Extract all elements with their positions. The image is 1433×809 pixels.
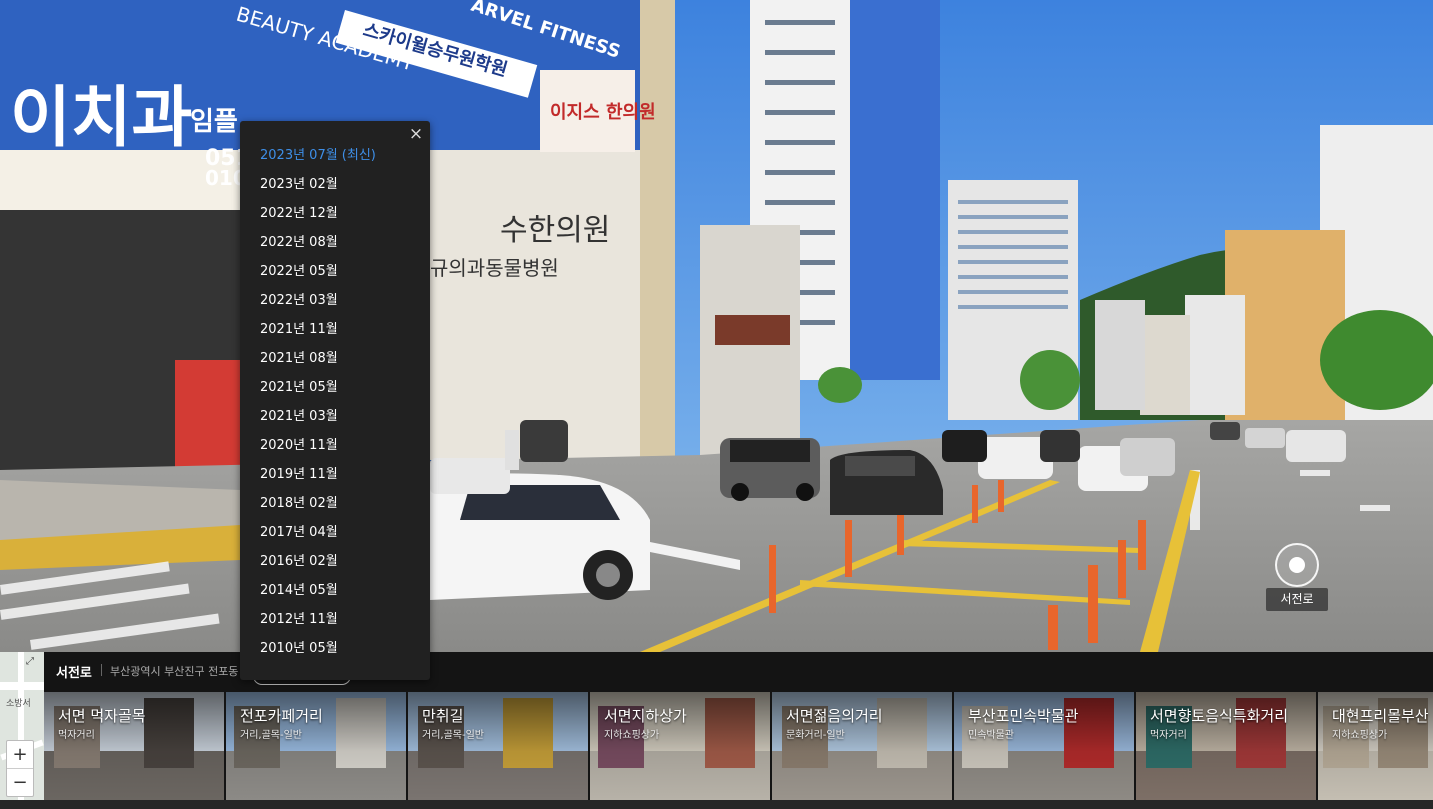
- expand-icon[interactable]: ⤢: [26, 656, 40, 670]
- nearby-card[interactable]: 서면향토음식특화거리 먹자거리: [1136, 692, 1316, 800]
- date-item[interactable]: 2020년 11월: [240, 431, 430, 460]
- minimap-label: 소방서: [6, 699, 31, 709]
- date-list: 2023년 07월 (최신) 2023년 02월 2022년 12월 2022년…: [240, 141, 430, 663]
- place-title: 서전로: [56, 666, 92, 681]
- nearby-name: 부산포민속박물관: [968, 707, 1079, 725]
- date-item[interactable]: 2022년 12월: [240, 199, 430, 228]
- nearby-category: 지하쇼핑상가: [604, 730, 660, 741]
- place-address: 부산광역시 부산진구 전포동: [110, 665, 239, 678]
- nearby-card[interactable]: 만취길 거리,골목-일반: [408, 692, 588, 800]
- marker-dot: [1289, 557, 1305, 573]
- date-item[interactable]: 2023년 02월: [240, 170, 430, 199]
- nearby-name: 만취길: [422, 707, 464, 725]
- nearby-card[interactable]: 서면 먹자골목 먹자거리: [44, 692, 224, 800]
- date-item[interactable]: 2022년 08월: [240, 228, 430, 257]
- date-item[interactable]: 2017년 04월: [240, 518, 430, 547]
- sign-implant: 임플: [190, 107, 238, 137]
- nearby-category: 거리,골목-일반: [240, 730, 302, 741]
- nearby-card[interactable]: 전포카페거리 거리,골목-일반: [226, 692, 406, 800]
- nearby-category: 민속박물관: [968, 730, 1014, 741]
- date-item[interactable]: 2010년 05월: [240, 634, 430, 663]
- date-item[interactable]: 2022년 05월: [240, 257, 430, 286]
- nearby-category: 거리,골목-일반: [422, 730, 484, 741]
- nearby-name: 서면젊음의거리: [786, 707, 883, 725]
- divider: [101, 664, 102, 676]
- nearby-category: 지하쇼핑상가: [1332, 730, 1388, 741]
- nearby-card[interactable]: 서면지하상가 지하쇼핑상가: [590, 692, 770, 800]
- nearby-name: 서면 먹자골목: [58, 707, 146, 725]
- marker-location-label: 서전로: [1266, 588, 1328, 611]
- sign-clinic: 이치과: [10, 79, 192, 156]
- date-picker-panel: × 2023년 07월 (최신) 2023년 02월 2022년 12월 202…: [240, 121, 430, 680]
- date-item[interactable]: 2022년 03월: [240, 286, 430, 315]
- date-item[interactable]: 2021년 11월: [240, 315, 430, 344]
- location-marker[interactable]: [1275, 543, 1319, 587]
- date-item[interactable]: 2014년 05월: [240, 576, 430, 605]
- date-item[interactable]: 2019년 11월: [240, 460, 430, 489]
- date-item[interactable]: 2021년 05월: [240, 373, 430, 402]
- nearby-category: 먹자거리: [58, 730, 95, 741]
- zoom-in-button[interactable]: +: [7, 741, 33, 769]
- date-item[interactable]: 2016년 02월: [240, 547, 430, 576]
- nearby-card[interactable]: 서면젊음의거리 문화거리-일반: [772, 692, 952, 800]
- nearby-name: 대현프리몰부산: [1332, 707, 1429, 725]
- street-view-panorama[interactable]: 이치과 BEAUTY ACADEMY 스카이윌승무원학원 ARVEL FITNE…: [0, 0, 1433, 652]
- nearby-card[interactable]: 부산포민속박물관 민속박물관: [954, 692, 1134, 800]
- date-item[interactable]: 2021년 03월: [240, 402, 430, 431]
- nearby-category: 먹자거리: [1150, 730, 1187, 741]
- nearby-places-strip: 서면 먹자골목 먹자거리 전포카페거리 거리,골목-일반 만취길 거리,골목-일…: [44, 692, 1433, 800]
- nearby-category: 문화거리-일반: [786, 730, 845, 741]
- nearby-name: 서면향토음식특화거리: [1150, 707, 1289, 725]
- sign-vet: 규의과동물병원: [430, 256, 559, 280]
- sign-su: 수한의원: [500, 213, 610, 248]
- date-item[interactable]: 2018년 02월: [240, 489, 430, 518]
- date-item[interactable]: 2021년 08월: [240, 344, 430, 373]
- nearby-name: 서면지하상가: [604, 707, 687, 725]
- zoom-out-button[interactable]: −: [7, 769, 33, 796]
- date-item[interactable]: 2012년 11월: [240, 605, 430, 634]
- date-item-latest[interactable]: 2023년 07월 (최신): [240, 141, 430, 170]
- zoom-control: + −: [6, 740, 34, 797]
- nearby-card[interactable]: 대현프리몰부산 지하쇼핑상가: [1318, 692, 1433, 800]
- bottom-edge: [0, 800, 1433, 809]
- sign-hanbang: 이지스 한의원: [550, 102, 656, 123]
- nearby-name: 전포카페거리: [240, 707, 323, 725]
